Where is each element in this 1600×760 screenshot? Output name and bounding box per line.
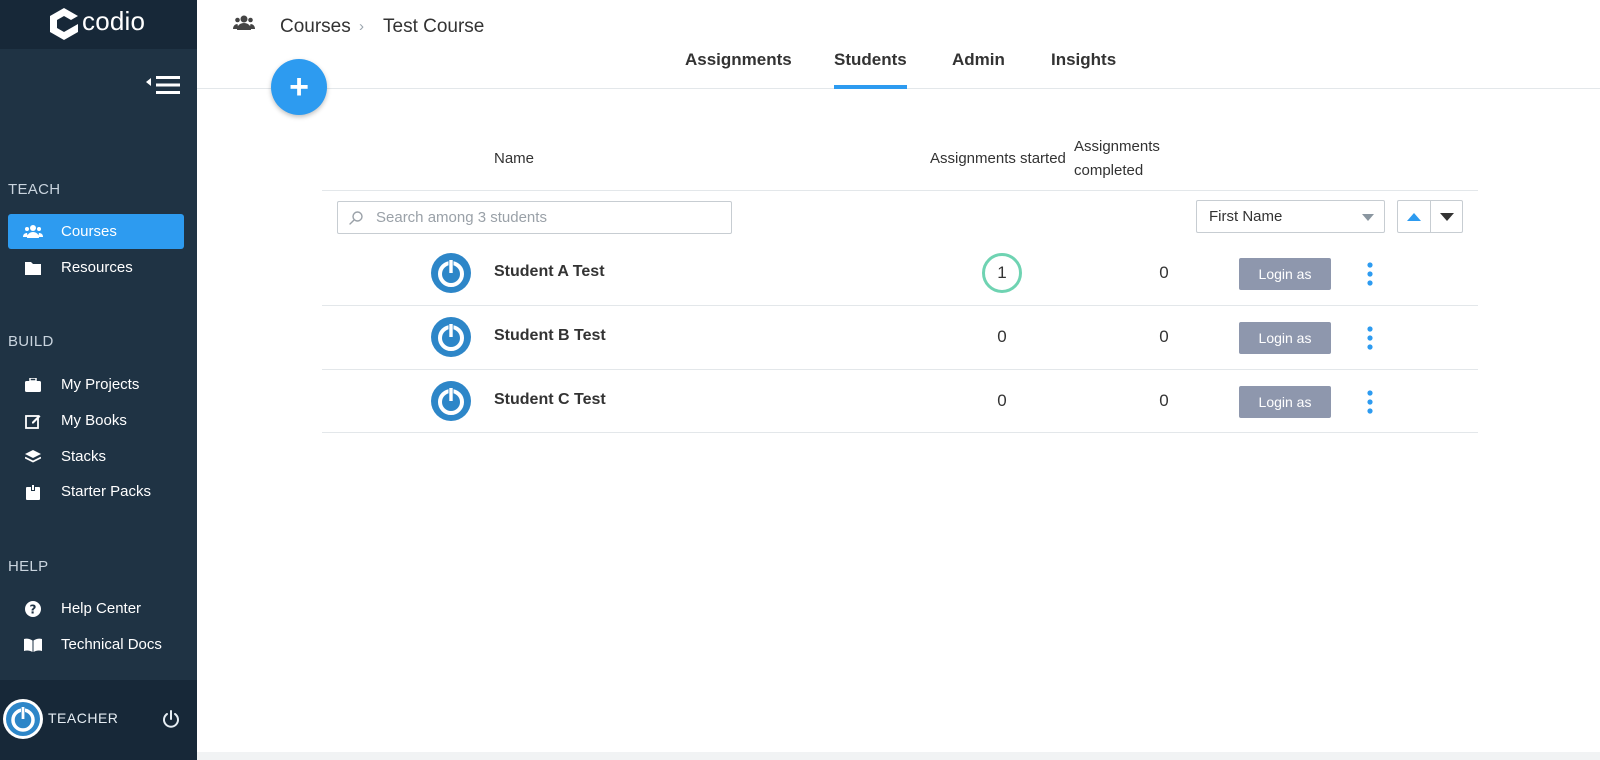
column-header-completed-line1: Assignments [1074,138,1160,155]
breadcrumb-courses[interactable]: Courses [280,16,351,38]
add-button[interactable]: + [271,59,327,115]
people-icon [21,223,45,241]
column-header-completed: Assignments completed [1074,135,1160,183]
menu-collapse-icon[interactable] [146,74,182,96]
book-icon [21,636,45,654]
sidebar-item-resources[interactable]: Resources [8,250,184,285]
table-row: Student B Test 0 0 Login as [322,306,1478,369]
chevron-right-icon: › [359,18,364,35]
login-as-button[interactable]: Login as [1239,258,1331,290]
sort-field-select[interactable]: First Name [1196,200,1385,233]
header-divider [322,190,1478,191]
column-header-completed-line2: completed [1074,162,1144,179]
column-header-name: Name [494,150,535,167]
login-as-button[interactable]: Login as [1239,386,1331,418]
sidebar-item-starter-packs[interactable]: Starter Packs [8,474,184,509]
layers-icon [21,448,45,466]
arrow-up-icon [1407,212,1421,221]
tab-assignments[interactable]: Assignments [685,50,792,89]
sidebar-item-label: Help Center [61,600,142,617]
arrow-down-icon [1439,212,1454,221]
sidebar-item-stacks[interactable]: Stacks [8,439,184,474]
sidebar-item-label: Starter Packs [61,483,152,500]
table-row: Student A Test 1 0 Login as [322,242,1478,305]
user-bar: TEACHER [0,680,197,760]
assignments-completed-count: 0 [1159,327,1169,346]
breadcrumb-current: Test Course [383,16,485,37]
tab-students[interactable]: Students [834,50,907,89]
svg-text:?: ? [30,602,37,616]
sidebar-item-help-center[interactable]: ? Help Center [8,591,184,626]
avatar[interactable] [431,381,471,421]
sort-field-value: First Name [1209,208,1283,225]
sort-ascending-button[interactable] [1398,201,1430,232]
top-header: Courses › Test Course Assignments Studen… [197,0,1600,89]
search-icon [349,210,363,225]
student-name[interactable]: Student A Test [494,263,605,281]
section-title-teach: TEACH [8,181,61,198]
footer-shade [197,752,1600,760]
briefcase-icon [21,376,45,394]
column-header-started: Assignments started [930,150,1066,167]
avatar[interactable] [3,699,43,739]
student-name[interactable]: Student B Test [494,327,606,345]
people-icon [233,15,255,30]
tab-insights[interactable]: Insights [1051,50,1116,89]
avatar[interactable] [431,253,471,293]
sidebar-item-label: Technical Docs [61,636,162,653]
assignments-started-count: 0 [997,391,1007,410]
table-row: Student C Test 0 0 Login as [322,370,1478,433]
student-name[interactable]: Student C Test [494,391,606,409]
sidebar-item-label: Courses [61,223,117,240]
assignments-started-count: 0 [997,327,1007,346]
sidebar-item-label: My Books [61,412,127,429]
sidebar-item-technical-docs[interactable]: Technical Docs [8,627,184,662]
avatar[interactable] [431,317,471,357]
box-icon [21,483,45,501]
tab-admin[interactable]: Admin [952,50,1005,89]
search-box[interactable] [337,201,732,234]
sort-direction-group [1397,200,1463,233]
assignments-completed-count: 0 [1159,391,1169,410]
brand-name: codio [82,6,146,36]
sidebar-item-label: Stacks [61,448,107,465]
question-icon: ? [21,600,45,618]
assignments-completed-count: 0 [1159,263,1169,282]
edit-icon [21,412,45,430]
more-options-icon[interactable] [1362,386,1378,418]
brand-bar: codio [0,0,197,49]
chevron-down-icon [1362,214,1374,221]
sort-descending-button[interactable] [1430,201,1462,232]
more-options-icon[interactable] [1362,258,1378,290]
login-as-button[interactable]: Login as [1239,322,1331,354]
search-input[interactable] [376,209,716,226]
more-options-icon[interactable] [1362,322,1378,354]
assignments-started-count[interactable]: 1 [982,253,1022,293]
sidebar-item-label: My Projects [61,376,140,393]
sidebar: codio TEACH Courses Resources BUILD My P… [0,0,197,760]
sidebar-item-my-projects[interactable]: My Projects [8,367,184,402]
codio-logo-icon [50,8,78,40]
power-icon[interactable] [161,709,181,729]
sidebar-item-my-books[interactable]: My Books [8,403,184,438]
sidebar-item-label: Resources [61,259,133,276]
folder-icon [21,259,45,277]
user-role-label: TEACHER [48,710,119,726]
section-title-build: BUILD [8,333,54,350]
sidebar-item-courses[interactable]: Courses [8,214,184,249]
section-title-help: HELP [8,558,49,575]
row-divider [322,432,1478,433]
